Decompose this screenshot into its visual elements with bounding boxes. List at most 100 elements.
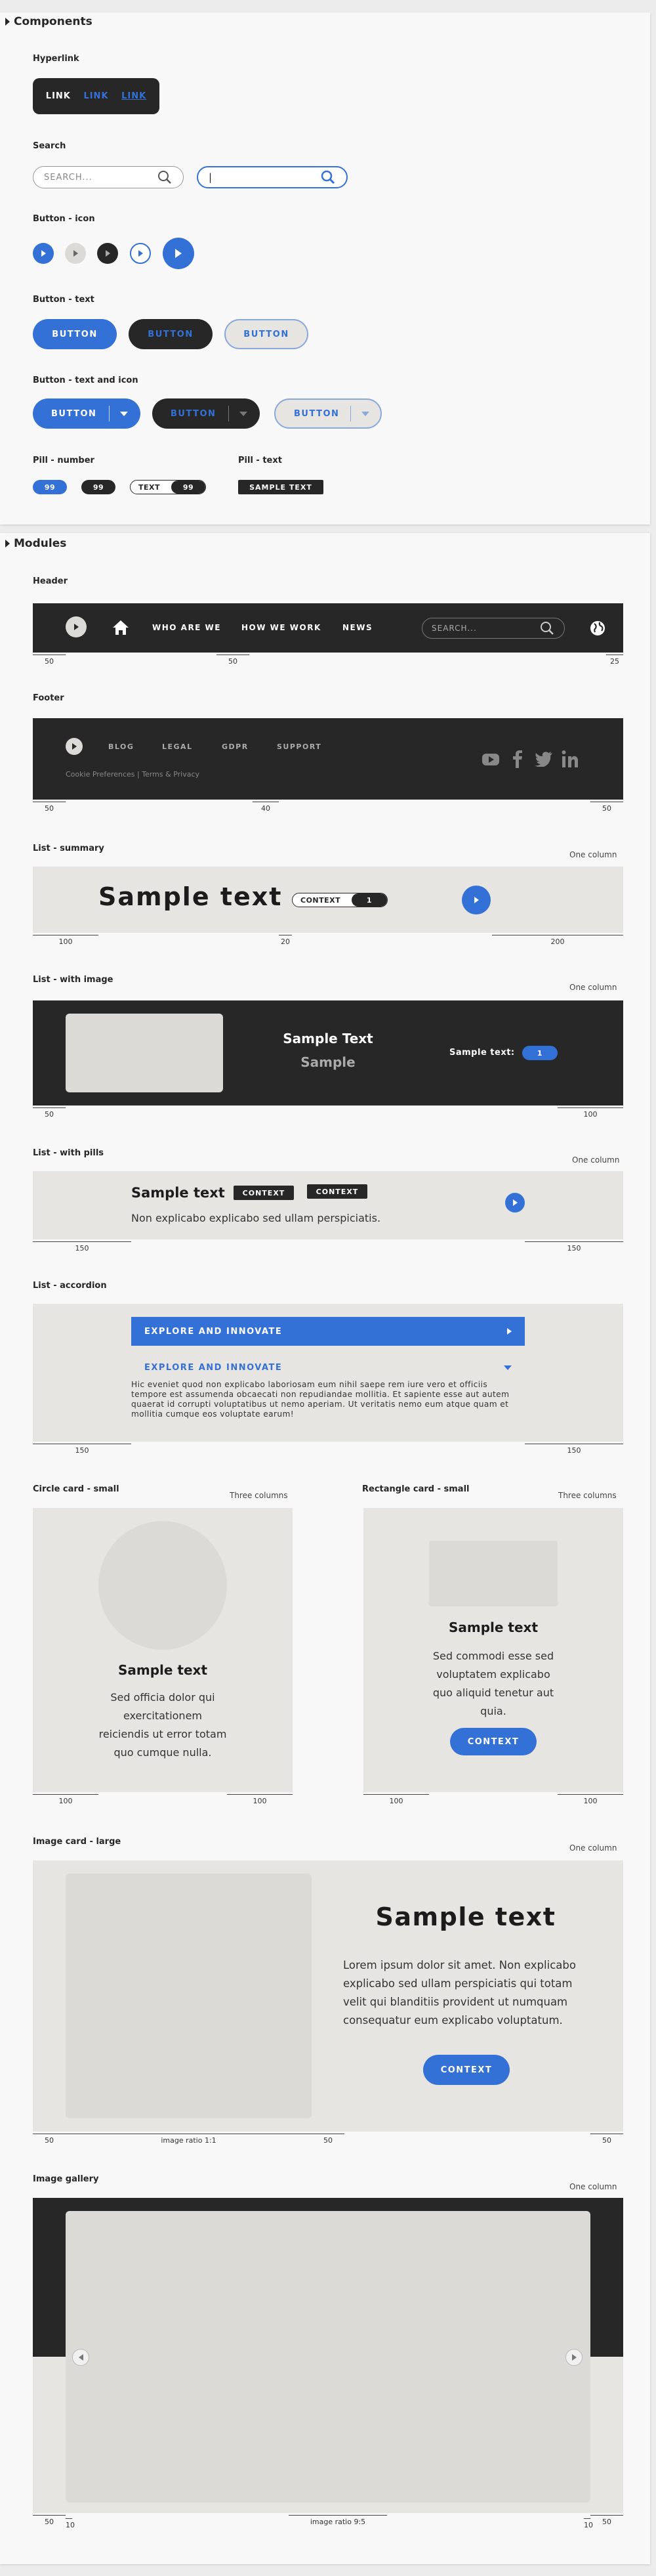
accordion-title: EXPLORE AND INNOVATE bbox=[144, 1326, 283, 1337]
list-pills-module: Sample text CONTEXT CONTEXT Non explicab… bbox=[33, 1171, 623, 1239]
image-card-context-button[interactable]: CONTEXT bbox=[423, 2055, 510, 2085]
hyperlink-group: LINK LINK LINK bbox=[33, 78, 159, 114]
rect-card-module: Sample text Sed commodi esse sed volupta… bbox=[363, 1508, 623, 1792]
measure: 25 bbox=[606, 655, 623, 666]
image-card-module: Sample text Lorem ipsum dolor sit amet. … bbox=[33, 1860, 623, 2132]
divider bbox=[350, 406, 351, 421]
circle-card-body: Sed officia dolor qui exercitationem rei… bbox=[98, 1691, 227, 1759]
text-button-blue[interactable]: BUTTON bbox=[33, 319, 117, 349]
split-button-label: BUTTON bbox=[294, 408, 340, 419]
split-button-outline[interactable]: BUTTON bbox=[274, 398, 382, 429]
context-pill: CONTEXT bbox=[234, 1186, 294, 1200]
button-icon-label: Button - icon bbox=[33, 214, 95, 224]
gallery-prev-button[interactable] bbox=[72, 2349, 89, 2366]
icon-button-blue[interactable] bbox=[33, 243, 54, 264]
column-note: One column bbox=[569, 1843, 617, 1853]
measure: 10 bbox=[66, 2518, 75, 2529]
nav-how-we-work[interactable]: HOW WE WORK bbox=[241, 623, 321, 632]
linkedin-icon[interactable] bbox=[562, 750, 579, 768]
image-card-title: Sample text bbox=[375, 1902, 556, 1931]
icon-button-outline[interactable] bbox=[130, 243, 151, 264]
measure: 50 bbox=[33, 2515, 66, 2526]
measure: 10 bbox=[584, 2518, 593, 2529]
measure: 150 bbox=[525, 1241, 623, 1253]
measure: 100 bbox=[363, 1794, 429, 1805]
footer-nav-support[interactable]: SUPPORT bbox=[277, 742, 321, 751]
list-accordion-module: EXPLORE AND INNOVATE EXPLORE AND INNOVAT… bbox=[33, 1304, 623, 1442]
measure: 40 bbox=[253, 802, 279, 813]
footer-nav-legal[interactable]: LEGAL bbox=[162, 742, 193, 751]
chevron-left-icon bbox=[78, 2354, 83, 2361]
divider bbox=[109, 406, 110, 421]
pill-sample-text: SAMPLE TEXT bbox=[238, 480, 323, 494]
gallery-next-button[interactable] bbox=[565, 2349, 583, 2366]
twitter-icon[interactable] bbox=[535, 751, 553, 767]
link-default[interactable]: LINK bbox=[46, 91, 71, 101]
column-note: Three columns bbox=[230, 1491, 288, 1500]
list-image-title: Sample Text bbox=[283, 1031, 373, 1046]
list-accordion-label: List - accordion bbox=[33, 1281, 107, 1291]
logo-play-icon[interactable] bbox=[66, 616, 87, 637]
split-button-label: BUTTON bbox=[51, 408, 97, 419]
search-input-default[interactable]: SEARCH... bbox=[33, 166, 184, 188]
list-pills-label: List - with pills bbox=[33, 1148, 104, 1158]
list-summary-label: List - summary bbox=[33, 844, 104, 853]
header-search-input[interactable]: SEARCH... bbox=[422, 618, 565, 639]
measure: 50 bbox=[590, 2134, 623, 2145]
link-underlined[interactable]: LINK bbox=[121, 91, 146, 101]
gallery-module bbox=[33, 2198, 623, 2513]
gallery-image-placeholder bbox=[66, 2211, 590, 2502]
gallery-label: Image gallery bbox=[33, 2174, 99, 2184]
nav-news[interactable]: NEWS bbox=[342, 623, 373, 632]
summary-title: Sample text bbox=[98, 882, 283, 911]
globe-icon[interactable] bbox=[589, 620, 606, 637]
list-image-subtitle: Sample bbox=[300, 1054, 356, 1070]
summary-next-button[interactable] bbox=[462, 886, 491, 914]
measure: 50 bbox=[216, 655, 249, 666]
pill-number: 1 bbox=[352, 893, 387, 907]
list-pills-title: Sample text bbox=[131, 1185, 225, 1201]
circle-card-module: Sample text Sed officia dolor qui exerci… bbox=[33, 1508, 293, 1792]
link-blue[interactable]: LINK bbox=[83, 91, 108, 101]
footer-legal-text[interactable]: Cookie Preferences | Terms & Privacy bbox=[66, 770, 199, 779]
accordion-item-closed[interactable]: EXPLORE AND INNOVATE bbox=[131, 1317, 525, 1346]
search-input-active[interactable]: | bbox=[197, 166, 348, 188]
list-pills-body: Non explicabo explicabo sed ullam perspi… bbox=[131, 1212, 381, 1224]
list-image-module: Sample Text Sample Sample text: 1 bbox=[33, 1000, 623, 1106]
pill-number-label: Pill - number bbox=[33, 456, 94, 465]
measure: 150 bbox=[525, 1444, 623, 1455]
accordion-item-open[interactable]: EXPLORE AND INNOVATE bbox=[131, 1356, 525, 1379]
pill-number-blue: 99 bbox=[33, 480, 67, 494]
chevron-down-icon bbox=[361, 412, 369, 416]
icon-button-dark[interactable] bbox=[97, 243, 118, 264]
button-text-icon-label: Button - text and icon bbox=[33, 376, 138, 385]
chevron-down-icon bbox=[120, 412, 128, 416]
rect-card-context-button[interactable]: CONTEXT bbox=[450, 1728, 537, 1755]
measure: 200 bbox=[492, 935, 623, 946]
footer-nav-blog[interactable]: BLOG bbox=[108, 742, 134, 751]
hyperlink-label: Hyperlink bbox=[33, 54, 79, 64]
text-button-outline[interactable]: BUTTON bbox=[224, 319, 308, 349]
list-summary-module: Sample text CONTEXT 1 bbox=[33, 867, 623, 933]
home-icon[interactable] bbox=[112, 619, 130, 636]
pill-number: 99 bbox=[171, 481, 205, 494]
icon-button-gray[interactable] bbox=[65, 243, 86, 264]
header-label: Header bbox=[33, 576, 68, 586]
measure: 20 bbox=[279, 935, 292, 946]
split-button-dark[interactable]: BUTTON bbox=[152, 398, 260, 429]
nav-who-are-we[interactable]: WHO ARE WE bbox=[152, 623, 221, 632]
split-button-blue[interactable]: BUTTON bbox=[33, 398, 140, 429]
text-button-dark[interactable]: BUTTON bbox=[129, 319, 213, 349]
logo-play-icon[interactable] bbox=[66, 738, 83, 755]
image-card-placeholder bbox=[66, 1874, 312, 2118]
circle-image-placeholder bbox=[98, 1521, 227, 1650]
measure: 100 bbox=[227, 1794, 293, 1805]
icon-button-large[interactable] bbox=[163, 238, 194, 269]
search-cursor: | bbox=[209, 171, 213, 183]
footer-nav-gdpr[interactable]: GDPR bbox=[222, 742, 249, 751]
rect-card-body: Sed commodi esse sed voluptatem explicab… bbox=[432, 1650, 554, 1717]
youtube-icon[interactable] bbox=[482, 752, 500, 767]
facebook-icon[interactable] bbox=[512, 750, 523, 768]
column-note: One column bbox=[569, 983, 617, 992]
list-pills-next-button[interactable] bbox=[505, 1193, 525, 1213]
